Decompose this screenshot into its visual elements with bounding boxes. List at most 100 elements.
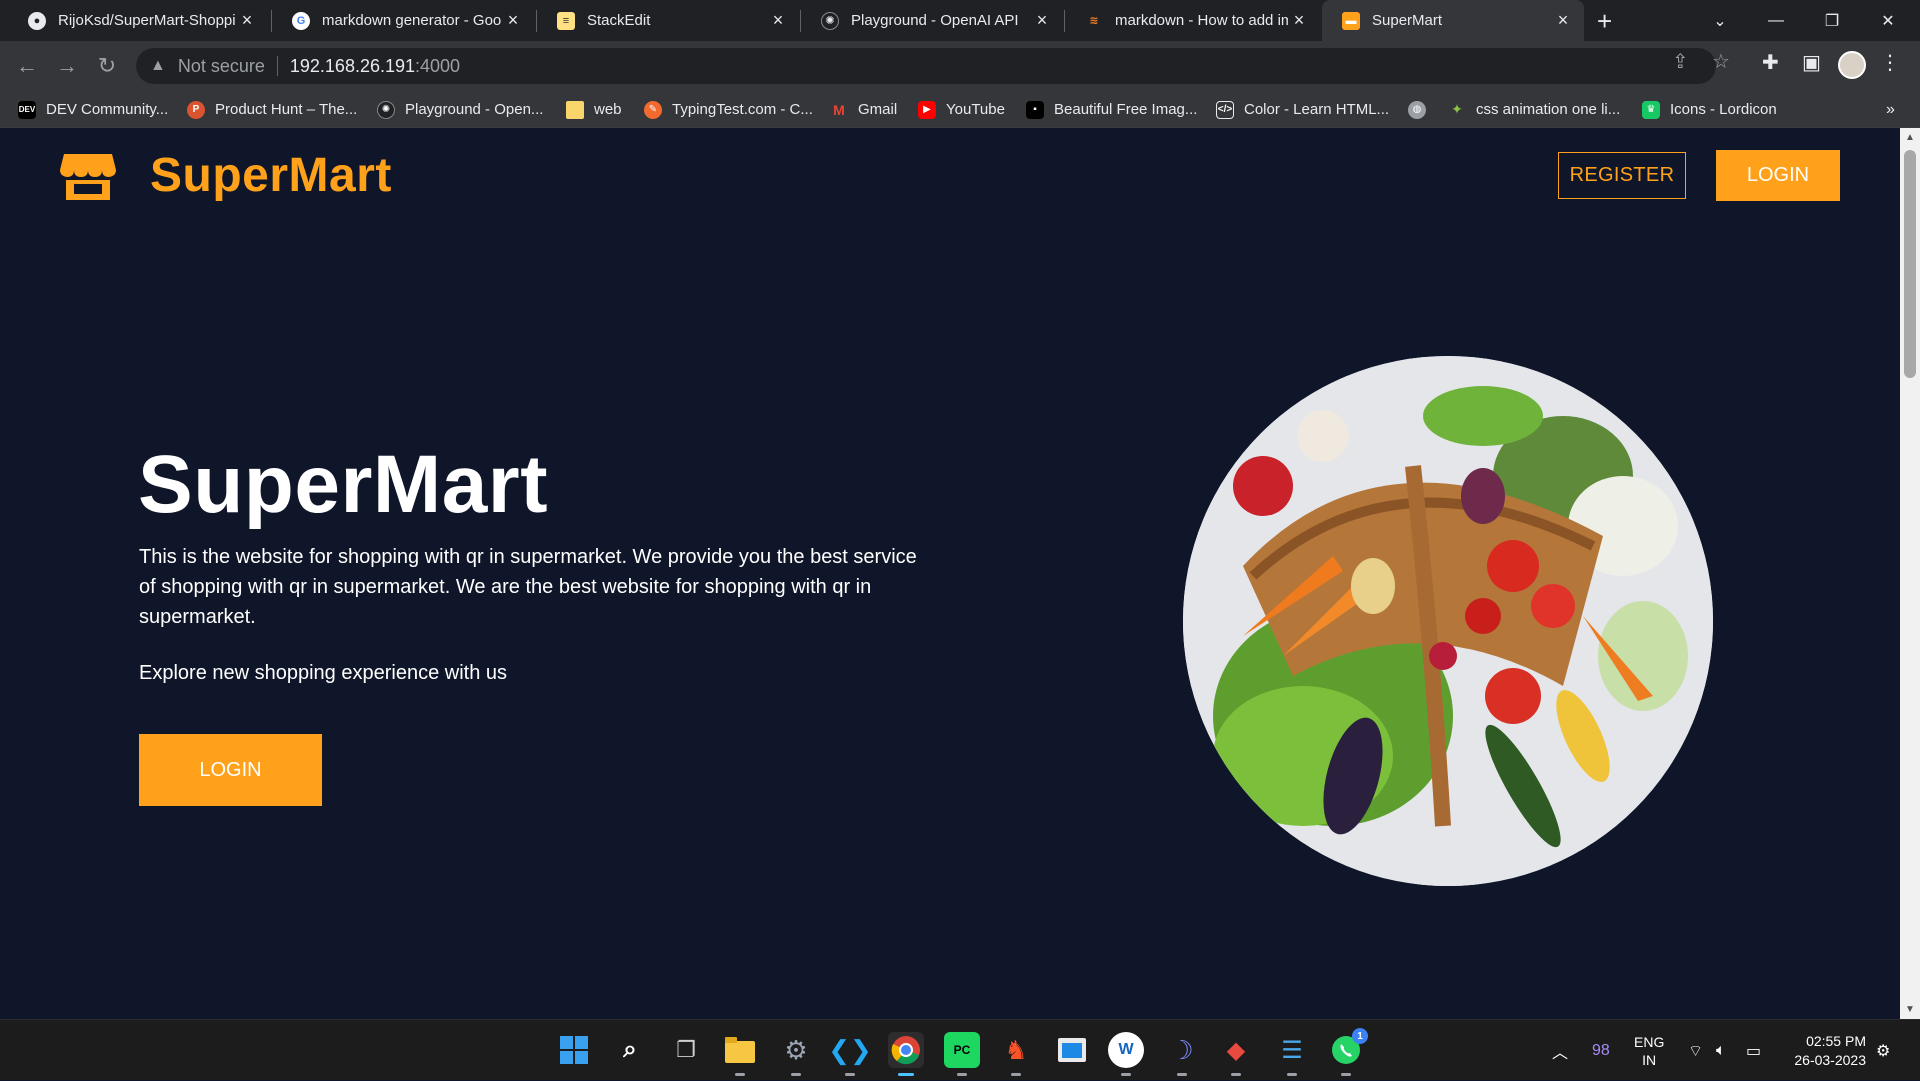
bookmark-item[interactable]: ▪ Beautiful Free Imag... <box>1026 91 1197 128</box>
wifi-icon[interactable]: ⌔ <box>1688 1020 1703 1081</box>
bookmark-item[interactable]: ✺ Playground - Open... <box>377 91 543 128</box>
tab-google[interactable]: G markdown generator - Goo × <box>272 0 534 41</box>
browser-toolbar: ← → ↻ ▲ Not secure 192.168.26.191 :4000 … <box>0 41 1920 91</box>
close-window-button[interactable]: ✕ <box>1860 0 1916 41</box>
address-bar[interactable]: ▲ Not secure 192.168.26.191 :4000 <box>136 48 1716 84</box>
new-tab-button[interactable]: + <box>1597 6 1612 37</box>
stackedit-icon: ≡ <box>557 11 575 30</box>
task-view-icon[interactable]: ❐ <box>668 1032 704 1068</box>
close-tab-icon[interactable]: × <box>1031 10 1053 31</box>
language-indicator[interactable]: ENG IN <box>1634 1020 1664 1081</box>
openai-icon: ✺ <box>377 100 395 119</box>
volume-icon[interactable]: 🔈︎ <box>1716 1020 1726 1081</box>
tab-openai[interactable]: ✺ Playground - OpenAI API × <box>801 0 1063 41</box>
scrollbar-thumb[interactable] <box>1904 150 1916 378</box>
close-tab-icon[interactable]: × <box>502 10 524 31</box>
bookmark-item[interactable]: ♛ Icons - Lordicon <box>1642 91 1777 128</box>
login-button[interactable]: LOGIN <box>1716 150 1840 201</box>
page-scrollbar[interactable]: ▲ ▼ <box>1900 128 1920 1019</box>
windows-taskbar: ⌕ ❐ ⚙ ❮❯ PC ♞ W ☽ ◆ ☰ 1 ︿ 98 ENG IN ⌔ 🔈︎… <box>0 1019 1920 1080</box>
store-app-icon[interactable] <box>1054 1032 1090 1068</box>
unsplash-icon: ▪ <box>1026 100 1044 119</box>
hero-subtitle: Explore new shopping experience with us <box>139 662 507 684</box>
hero-login-button[interactable]: LOGIN <box>139 734 322 806</box>
supermart-page: SuperMart REGISTER LOGIN SuperMart This … <box>0 128 1900 1019</box>
stackoverflow-icon: ≋ <box>1089 15 1099 27</box>
tray-expand-icon[interactable]: ︿ <box>1552 1020 1568 1081</box>
app-icon[interactable]: W <box>1108 1032 1144 1076</box>
bookmark-item[interactable]: ✎ TypingTest.com - C... <box>644 91 813 128</box>
brand-name: SuperMart <box>150 149 392 202</box>
file-explorer-icon[interactable] <box>722 1032 758 1076</box>
notification-badge: 1 <box>1352 1028 1368 1044</box>
bookmark-item[interactable]: ✦ css animation one li... <box>1448 91 1620 128</box>
bookmark-item[interactable]: M Gmail <box>830 91 897 128</box>
extensions-icon[interactable]: ✚ <box>1762 50 1779 75</box>
tab-search-icon[interactable]: ⌄ <box>1692 0 1748 41</box>
vscode-icon[interactable]: ❮❯ <box>828 1032 872 1076</box>
clock[interactable]: 02:55 PM 26-03-2023 <box>1784 1020 1866 1081</box>
gmail-icon: M <box>833 101 845 118</box>
notifications-icon[interactable]: ⚙ <box>1876 1020 1890 1081</box>
tab-stackoverflow[interactable]: ≋ markdown - How to add im × <box>1065 0 1320 41</box>
brave-icon[interactable]: ♞ <box>998 1032 1034 1076</box>
close-tab-icon[interactable]: × <box>1288 10 1310 31</box>
bookmarks-bar: DEV DEV Community... P Product Hunt – Th… <box>0 91 1920 128</box>
chrome-icon[interactable] <box>888 1032 924 1076</box>
git-icon[interactable]: ◆ <box>1218 1032 1254 1076</box>
vegetable-basket-image <box>1183 356 1713 886</box>
producthunt-icon: P <box>187 100 205 119</box>
site-logo[interactable]: SuperMart <box>60 148 392 203</box>
profile-avatar[interactable] <box>1838 51 1866 79</box>
youtube-icon: ▶ <box>918 100 936 119</box>
pycharm-icon[interactable]: PC <box>944 1032 980 1076</box>
lordicon-icon: ♛ <box>1642 100 1660 119</box>
bookmark-item[interactable]: P Product Hunt – The... <box>187 91 357 128</box>
sparkle-icon: ✦ <box>1451 101 1463 117</box>
github-icon: ● <box>28 11 46 30</box>
restore-button[interactable]: ❐ <box>1804 0 1860 41</box>
menu-icon[interactable]: ⋮ <box>1880 50 1900 75</box>
notepad-icon[interactable]: ☰ <box>1274 1032 1310 1076</box>
minimize-button[interactable]: — <box>1748 0 1804 41</box>
tab-stackedit[interactable]: ≡ StackEdit × <box>537 0 799 41</box>
register-button[interactable]: REGISTER <box>1558 152 1686 199</box>
bookmark-item[interactable]: </> Color - Learn HTML... <box>1216 91 1389 128</box>
bookmark-star-icon[interactable]: ☆ <box>1712 49 1730 74</box>
close-tab-icon[interactable]: × <box>1552 10 1574 31</box>
typingtest-icon: ✎ <box>644 100 662 119</box>
scroll-up-icon[interactable]: ▲ <box>1905 132 1915 143</box>
globe-icon: ◍ <box>1408 100 1426 119</box>
dev-icon: DEV <box>18 100 36 119</box>
more-bookmarks-icon[interactable]: » <box>1886 91 1895 128</box>
whatsapp-icon[interactable]: 1 <box>1328 1028 1368 1076</box>
folder-icon <box>566 100 584 119</box>
tab-github[interactable]: ● RijoKsd/SuperMart-Shoppin × <box>8 0 268 41</box>
reload-icon[interactable]: ↻ <box>90 49 124 83</box>
forward-icon[interactable]: → <box>50 49 84 83</box>
back-icon[interactable]: ← <box>10 49 44 83</box>
bookmark-item[interactable]: ◍ <box>1408 91 1436 128</box>
store-icon: ▬ <box>1342 11 1360 30</box>
close-tab-icon[interactable]: × <box>767 10 789 31</box>
html-icon: </> <box>1216 100 1234 119</box>
search-icon[interactable]: ⌕ <box>612 1032 648 1068</box>
browser-chrome: ● RijoKsd/SuperMart-Shoppin × G markdown… <box>0 0 1920 128</box>
tray-count[interactable]: 98 <box>1592 1020 1610 1081</box>
battery-icon[interactable]: ▭ <box>1746 1020 1761 1081</box>
tab-supermart[interactable]: ▬ SuperMart × <box>1322 0 1584 41</box>
tab-strip: ● RijoKsd/SuperMart-Shoppin × G markdown… <box>0 0 1920 41</box>
google-icon: G <box>292 11 310 30</box>
close-tab-icon[interactable]: × <box>236 10 258 31</box>
hero-title: SuperMart <box>138 439 549 530</box>
bookmark-item[interactable]: ▶ YouTube <box>918 91 1005 128</box>
scroll-down-icon[interactable]: ▼ <box>1905 1004 1915 1015</box>
start-icon[interactable] <box>556 1032 592 1068</box>
hero-description: This is the website for shopping with qr… <box>139 546 917 628</box>
bookmark-folder[interactable]: web <box>566 91 622 128</box>
share-icon[interactable]: ⇪ <box>1672 49 1689 74</box>
dolphin-icon[interactable]: ☽ <box>1164 1032 1200 1076</box>
side-panel-icon[interactable]: ▣ <box>1802 50 1821 75</box>
settings-icon[interactable]: ⚙ <box>778 1032 814 1076</box>
bookmark-item[interactable]: DEV DEV Community... <box>18 91 168 128</box>
